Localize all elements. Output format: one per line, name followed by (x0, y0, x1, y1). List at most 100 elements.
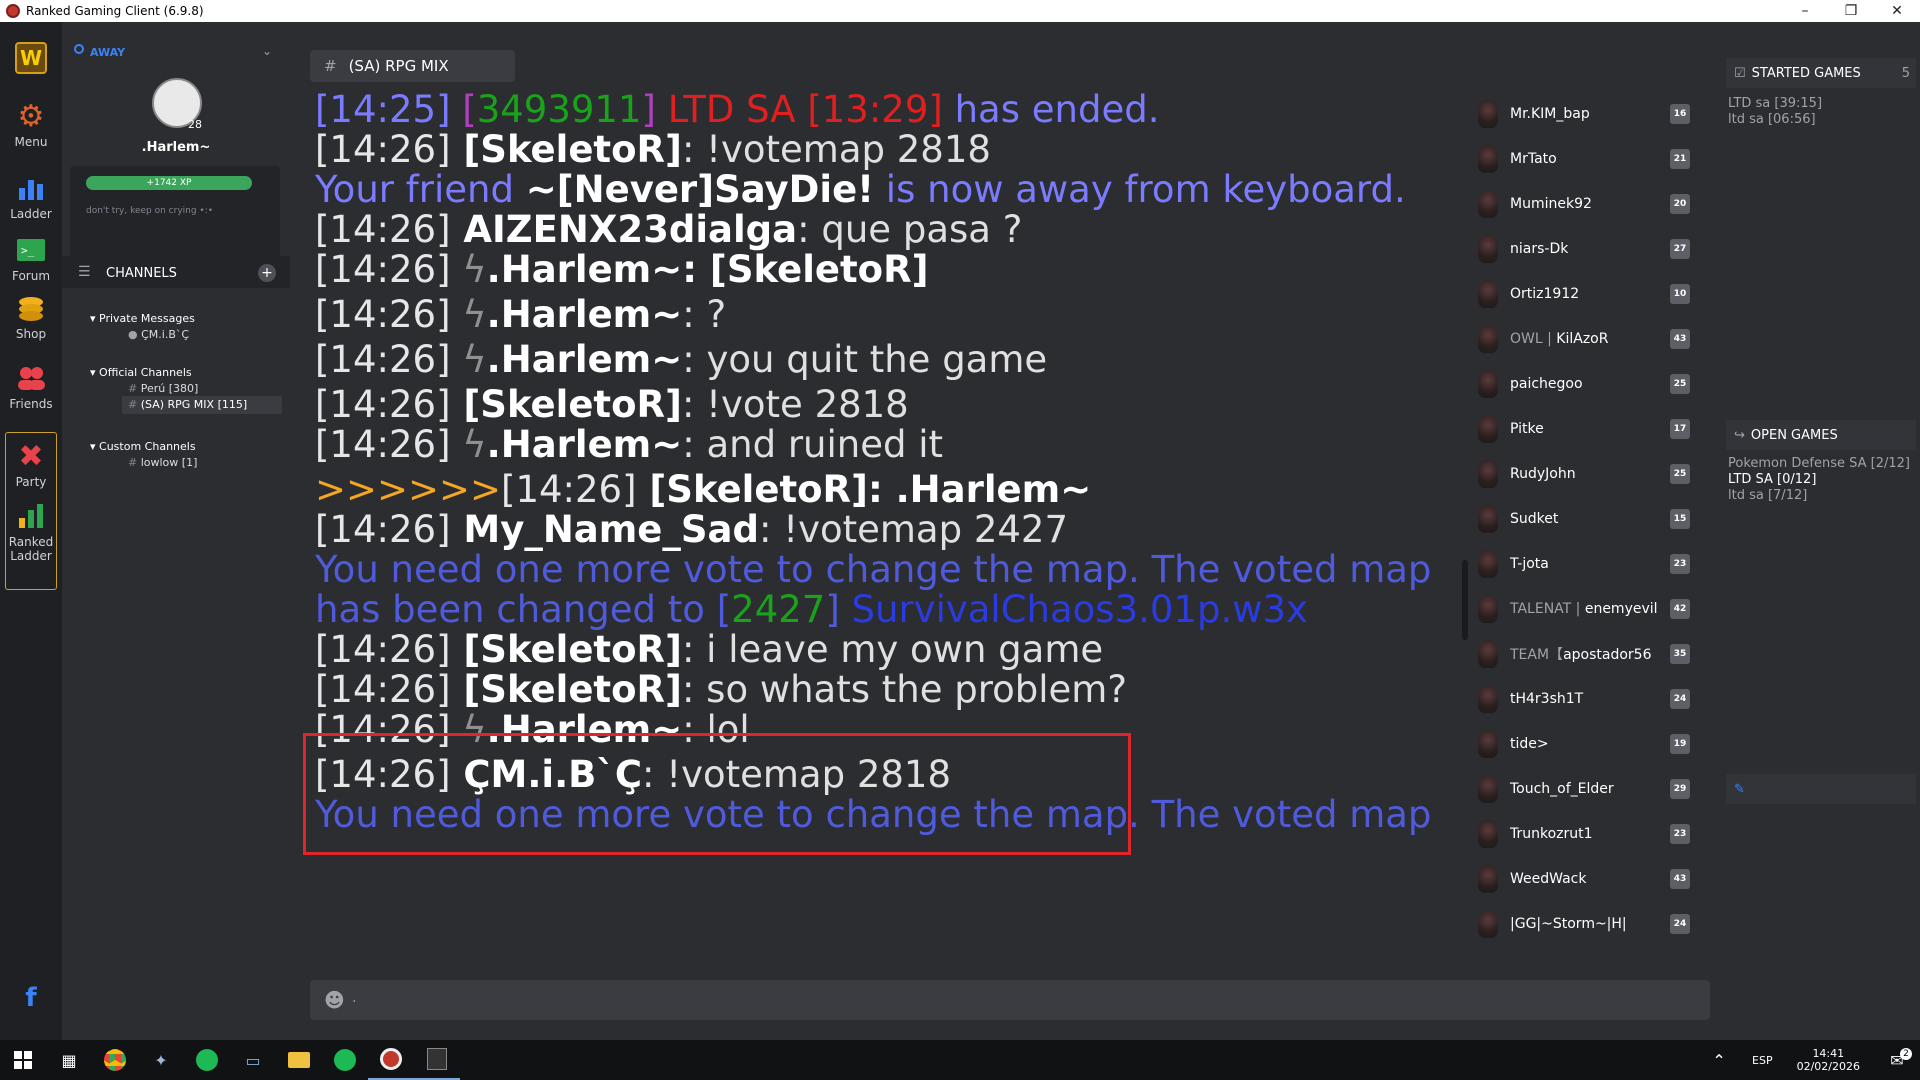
clock[interactable]: 14:41 02/02/2026 (1797, 1047, 1860, 1073)
open-game-item[interactable]: LTD SA [0/12] (1728, 472, 1816, 487)
list-item[interactable]: TALENAT | enemyevil 42 (1470, 591, 1710, 627)
list-item[interactable]: OWL | KilAzoR 43 (1470, 321, 1710, 357)
list-item[interactable]: |GG|~Storm~|H| 24 (1470, 906, 1710, 942)
list-item[interactable]: Mr.KIM_bap 16 (1470, 96, 1710, 132)
app-bird-icon[interactable]: ✦ (138, 1040, 184, 1080)
nav-friends-label: Friends (9, 397, 53, 411)
open-game-item[interactable]: ltd sa [7/12] (1728, 488, 1807, 503)
timestamp: [14:26] (501, 468, 637, 511)
list-item[interactable]: Ortiz1912 10 (1470, 276, 1710, 312)
message-input[interactable]: . (352, 990, 356, 1006)
username[interactable]: [SkeletoR] (451, 383, 682, 426)
list-item[interactable]: Muminek92 20 (1470, 186, 1710, 222)
task-view-icon[interactable]: ▦ (46, 1040, 92, 1080)
chevron-up-icon[interactable]: ⌃ (1696, 1040, 1742, 1080)
tab-chat-channel[interactable]: # (SA) RPG MIX (310, 50, 515, 82)
avatar (1478, 235, 1498, 263)
chat-scrollbar[interactable] (1462, 560, 1468, 640)
avatar (1478, 910, 1498, 938)
close-button[interactable]: ✕ (1874, 0, 1920, 22)
username[interactable]: AIZENX23dialga (451, 208, 797, 251)
channel-rpg-mix-label: (SA) RPG MIX [115] (140, 398, 248, 411)
started-games-header[interactable]: ☑ STARTED GAMES 5 (1726, 58, 1916, 88)
status-label[interactable]: AWAY (90, 46, 125, 59)
avatar (1478, 505, 1498, 533)
level-badge: 25 (1670, 374, 1690, 394)
list-item[interactable]: MrTato 21 (1470, 141, 1710, 177)
file-explorer-icon[interactable] (276, 1040, 322, 1080)
username[interactable]: [SkeletoR] (451, 628, 682, 671)
list-item[interactable]: Sudket 15 (1470, 501, 1710, 537)
list-item[interactable]: Trunkozrut1 23 (1470, 816, 1710, 852)
nav-ladder[interactable]: Ladder (0, 172, 62, 221)
list-item[interactable]: niars-Dk 27 (1470, 231, 1710, 267)
nav-menu-label: Menu (14, 135, 48, 149)
list-item[interactable]: T-jota 23 (1470, 546, 1710, 582)
warcraft-logo-icon[interactable]: W (0, 42, 62, 77)
minimize-button[interactable]: – (1782, 0, 1828, 22)
lightning-icon: ϟ (450, 423, 487, 466)
custom-channels-group[interactable]: ▾ Custom Channels (90, 440, 196, 453)
clock-date: 02/02/2026 (1796, 1060, 1860, 1073)
list-item[interactable]: Pitke 17 (1470, 411, 1710, 447)
list-item[interactable]: tide> 19 (1470, 726, 1710, 762)
list-item[interactable]: Touch_of_Elder 29 (1470, 771, 1710, 807)
list-item[interactable]: WeedWack 43 (1470, 861, 1710, 897)
status-chevron-down-icon[interactable]: ⌄ (262, 44, 272, 58)
started-game-item[interactable]: ltd sa [06:56] (1728, 112, 1816, 127)
spotify-icon[interactable] (322, 1040, 368, 1080)
open-game-item[interactable]: Pokemon Defense SA [2/12] (1728, 456, 1910, 471)
spotify-icon[interactable] (184, 1040, 230, 1080)
username[interactable]: [SkeletoR] (451, 668, 682, 711)
list-item[interactable]: paichegoo 25 (1470, 366, 1710, 402)
language-indicator[interactable]: ESP (1752, 1054, 1773, 1067)
avatar (1478, 280, 1498, 308)
username[interactable]: .Harlem~ (487, 248, 683, 291)
nav-party[interactable]: ✖ Party (0, 439, 62, 490)
emoji-icon[interactable]: ☻ (324, 988, 345, 1012)
add-channel-icon[interactable]: + (258, 264, 276, 282)
timestamp: [14:26] (315, 293, 451, 336)
list-item[interactable]: tH4r3sh1T 24 (1470, 681, 1710, 717)
maximize-button[interactable]: ❐ (1828, 0, 1874, 22)
nav-menu[interactable]: ⚙ Menu (0, 99, 62, 150)
notification-icon[interactable]: ✉ 2 (1874, 1040, 1920, 1080)
nav-friends[interactable]: Friends (0, 362, 62, 411)
user-name: niars-Dk (1510, 241, 1569, 257)
create-game-button[interactable]: ✎ (1726, 774, 1916, 804)
username[interactable]: ~[Never]SayDie! (526, 168, 874, 211)
timestamp: [14:26] (315, 208, 451, 251)
username[interactable]: [SkeletoR] (451, 128, 682, 171)
channel-item-peru[interactable]: # Perú [380] (128, 382, 198, 395)
username[interactable]: [SkeletoR] (637, 468, 868, 511)
game-launcher-icon[interactable] (414, 1040, 460, 1080)
message-input-bar[interactable]: ☻ . (310, 980, 1710, 1020)
official-channels-group[interactable]: ▾ Official Channels (90, 366, 192, 379)
facebook-icon[interactable]: f (0, 982, 62, 1017)
nav-shop[interactable]: Shop (0, 292, 62, 341)
list-item[interactable]: RudyJohn 25 (1470, 456, 1710, 492)
windows-start-icon[interactable] (0, 1040, 46, 1080)
username[interactable]: .Harlem~ (487, 293, 683, 336)
title-bar: Ranked Gaming Client (6.9.8) – ❐ ✕ (0, 0, 1920, 22)
channel-item-lowlow[interactable]: # lowlow [1] (128, 456, 197, 469)
username[interactable]: .Harlem~ (487, 338, 683, 381)
list-item[interactable]: TEAM【apostador56 35 (1470, 636, 1710, 672)
app-book-icon[interactable]: ▭ (230, 1040, 276, 1080)
private-messages-group[interactable]: ▾ Private Messages (90, 312, 195, 325)
open-games-header[interactable]: ↪ OPEN GAMES (1726, 420, 1916, 450)
ranked-gaming-client-icon[interactable] (368, 1040, 414, 1080)
avatar (1478, 190, 1498, 218)
nav-forum[interactable]: >_ Forum (0, 234, 62, 283)
channel-item-private[interactable]: ● ÇM.i.B`Ç (128, 328, 189, 341)
username[interactable]: My_Name_Sad (451, 508, 759, 551)
nav-forum-label: Forum (11, 269, 51, 283)
started-game-item[interactable]: LTD sa [39:15] (1728, 96, 1822, 111)
channel-item-rpg-mix[interactable]: # (SA) RPG MIX [115] (128, 398, 247, 411)
chat-line: [14:26] [SkeletoR]: so whats the problem… (315, 668, 1127, 712)
username[interactable]: .Harlem~ (487, 423, 683, 466)
checklist-icon: ☑ (1734, 65, 1746, 81)
nav-ranked-ladder[interactable]: Ranked Ladder (0, 500, 62, 563)
chrome-icon[interactable] (92, 1040, 138, 1080)
message-text: : and ruined it (682, 423, 944, 466)
